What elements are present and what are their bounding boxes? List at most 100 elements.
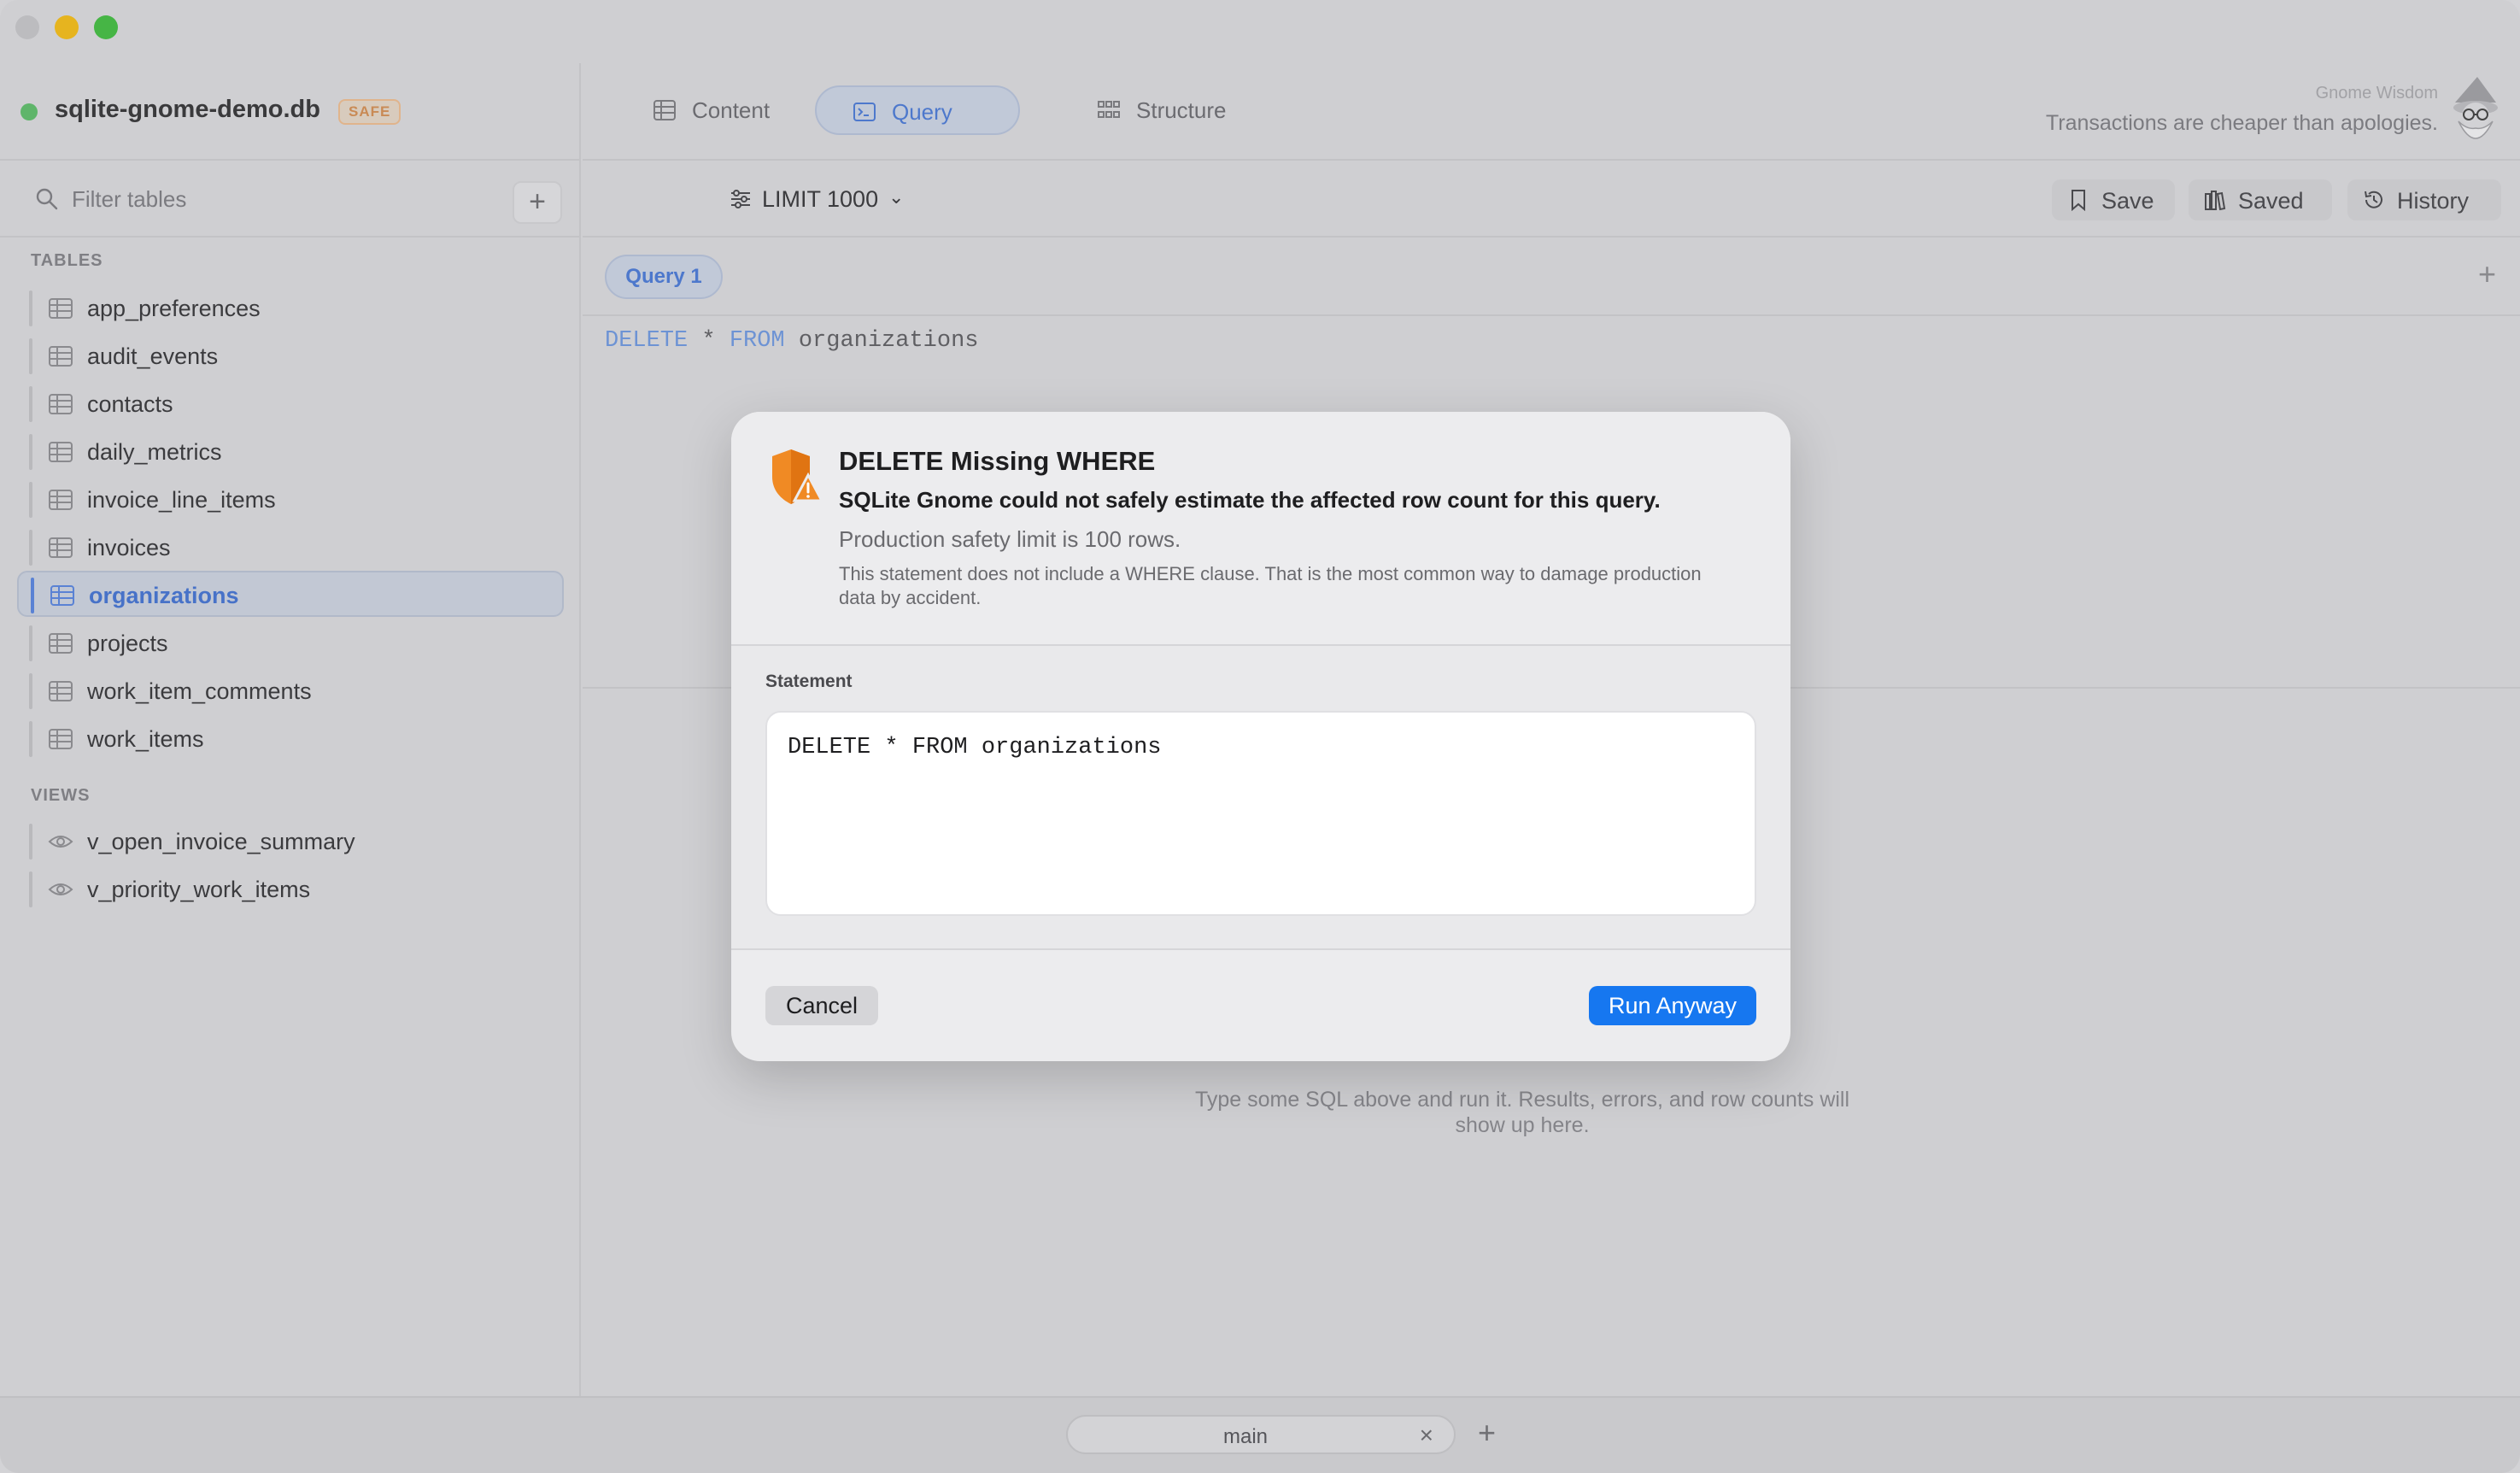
- sidebar-item-label: work_item_comments: [87, 678, 312, 704]
- sidebar-item-daily-metrics[interactable]: daily_metrics: [17, 429, 564, 475]
- search-icon: [36, 188, 58, 210]
- sidebar-item-label: contacts: [87, 391, 173, 417]
- tree-guide: [29, 721, 32, 757]
- terminal-icon: [853, 103, 876, 121]
- sidebar-item-invoice-line-items[interactable]: invoice_line_items: [17, 477, 564, 523]
- table-icon: [49, 681, 73, 701]
- tables-heading: TABLES: [31, 251, 103, 270]
- table-icon: [49, 346, 73, 367]
- gnome-avatar-icon: [2453, 77, 2498, 139]
- table-icon: [49, 442, 73, 462]
- save-button[interactable]: Save: [2052, 179, 2175, 220]
- sidebar-item-work-items[interactable]: work_items: [17, 716, 564, 762]
- sidebar-item-label: app_preferences: [87, 296, 261, 321]
- tree-guide: [29, 434, 32, 470]
- sql-keyword: DELETE: [605, 328, 689, 354]
- shield-warning-icon: [772, 449, 823, 504]
- sidebar-item-label: invoice_line_items: [87, 487, 276, 513]
- tree-guide: [31, 578, 34, 613]
- sidebar-item-audit-events[interactable]: audit_events: [17, 333, 564, 379]
- dialog-safety-limit: Production safety limit is 100 rows.: [839, 526, 1181, 552]
- sql-keyword: FROM: [729, 328, 785, 354]
- run-anyway-button[interactable]: Run Anyway: [1589, 986, 1756, 1025]
- database-header: sqlite-gnome-demo.db SAFE: [0, 63, 581, 161]
- tree-guide: [29, 871, 32, 907]
- table-icon: [49, 298, 73, 319]
- eye-icon: [48, 836, 73, 848]
- add-table-button[interactable]: +: [513, 181, 562, 224]
- sidebar-item-label: daily_metrics: [87, 439, 222, 465]
- sidebar-item-label: projects: [87, 631, 168, 656]
- tab-content[interactable]: Content: [617, 85, 788, 135]
- sidebar-item-invoices[interactable]: invoices: [17, 525, 564, 571]
- dialog-title: DELETE Missing WHERE: [839, 446, 1156, 476]
- tree-guide: [29, 338, 32, 374]
- minimize-window-button[interactable]: [55, 15, 79, 39]
- cancel-button[interactable]: Cancel: [765, 986, 878, 1025]
- table-filter-row: +: [0, 161, 581, 238]
- sidebar-item-label: v_open_invoice_summary: [87, 829, 355, 854]
- tree-guide: [29, 290, 32, 326]
- wisdom-text: Transactions are cheaper than apologies.: [2045, 111, 2438, 135]
- sidebar-item-label: work_items: [87, 726, 204, 752]
- library-icon: [2205, 191, 2226, 211]
- tab-query[interactable]: Query: [815, 85, 1020, 135]
- filter-tables-input[interactable]: [72, 179, 499, 219]
- bookmark-icon: [2072, 190, 2085, 211]
- sidebar-item-label: invoices: [87, 535, 171, 560]
- sidebar-item-app-preferences[interactable]: app_preferences: [17, 285, 564, 332]
- sidebar-item-contacts[interactable]: contacts: [17, 381, 564, 427]
- table-icon: [50, 585, 74, 606]
- dialog-header: DELETE Missing WHERE SQLite Gnome could …: [731, 412, 1790, 646]
- tree-guide: [29, 673, 32, 709]
- dialog-subtitle: SQLite Gnome could not safely estimate t…: [839, 487, 1661, 513]
- save-label: Save: [2101, 188, 2154, 214]
- sql-operator: *: [701, 328, 716, 354]
- wisdom-title: Gnome Wisdom: [2315, 84, 2438, 103]
- close-icon[interactable]: ×: [1420, 1422, 1433, 1449]
- database-name: sqlite-gnome-demo.db: [55, 96, 320, 123]
- history-label: History: [2397, 188, 2470, 214]
- sidebar-item-label: audit_events: [87, 343, 219, 369]
- table-icon: [49, 394, 73, 414]
- sql-editor[interactable]: DELETE * FROM organizations: [605, 328, 978, 354]
- query-toolbar: LIMIT 1000 ⌄ Save Saved History: [583, 161, 2520, 238]
- history-icon: [2365, 191, 2382, 208]
- tab-label: Structure: [1136, 97, 1227, 123]
- add-query-tab-button[interactable]: +: [2478, 256, 2496, 292]
- tab-label: Content: [692, 97, 771, 123]
- sidebar-item-organizations[interactable]: organizations: [17, 571, 564, 617]
- sidebar-item-v-open-invoice-summary[interactable]: v_open_invoice_summary: [17, 819, 564, 865]
- eye-icon: [48, 883, 73, 895]
- sidebar-item-label: organizations: [89, 583, 239, 608]
- table-icon: [49, 490, 73, 510]
- dialog-description: This statement does not include a WHERE …: [839, 563, 1702, 608]
- maximize-window-button[interactable]: [94, 15, 118, 39]
- history-button[interactable]: History: [2347, 179, 2501, 220]
- close-window-button[interactable]: [15, 15, 39, 39]
- chevron-down-icon: ⌄: [888, 186, 905, 208]
- sidebar-item-work-item-comments[interactable]: work_item_comments: [17, 668, 564, 714]
- sql-identifier: organizations: [798, 328, 979, 354]
- sliders-icon: [731, 190, 750, 208]
- tree-guide: [29, 625, 32, 661]
- add-database-tab-button[interactable]: +: [1478, 1415, 1496, 1451]
- table-icon: [49, 537, 73, 558]
- table-icon: [49, 633, 73, 654]
- tab-label: Query: [892, 99, 952, 125]
- app-window: sqlite-gnome-demo.db SAFE + TABLES app_p…: [0, 0, 2520, 1473]
- saved-button[interactable]: Saved: [2189, 179, 2332, 220]
- query-tab[interactable]: Query 1: [605, 255, 723, 299]
- database-tab-main[interactable]: main ×: [1066, 1415, 1456, 1454]
- view-tab-bar: Content Query Structure Gnome Wisdom Tra…: [583, 63, 2520, 161]
- statement-preview: DELETE * FROM organizations: [765, 711, 1756, 916]
- query-tab-bar: Query 1 +: [583, 238, 2520, 316]
- title-bar: [0, 0, 2520, 63]
- table-icon: [653, 100, 676, 120]
- sidebar-item-projects[interactable]: projects: [17, 620, 564, 666]
- sidebar-item-v-priority-work-items[interactable]: v_priority_work_items: [17, 866, 564, 913]
- tree-guide: [29, 530, 32, 566]
- tab-structure[interactable]: Structure: [1061, 85, 1257, 135]
- tree-guide: [29, 386, 32, 422]
- results-empty-hint: Type some SQL above and run it. Results,…: [1194, 1088, 1850, 1137]
